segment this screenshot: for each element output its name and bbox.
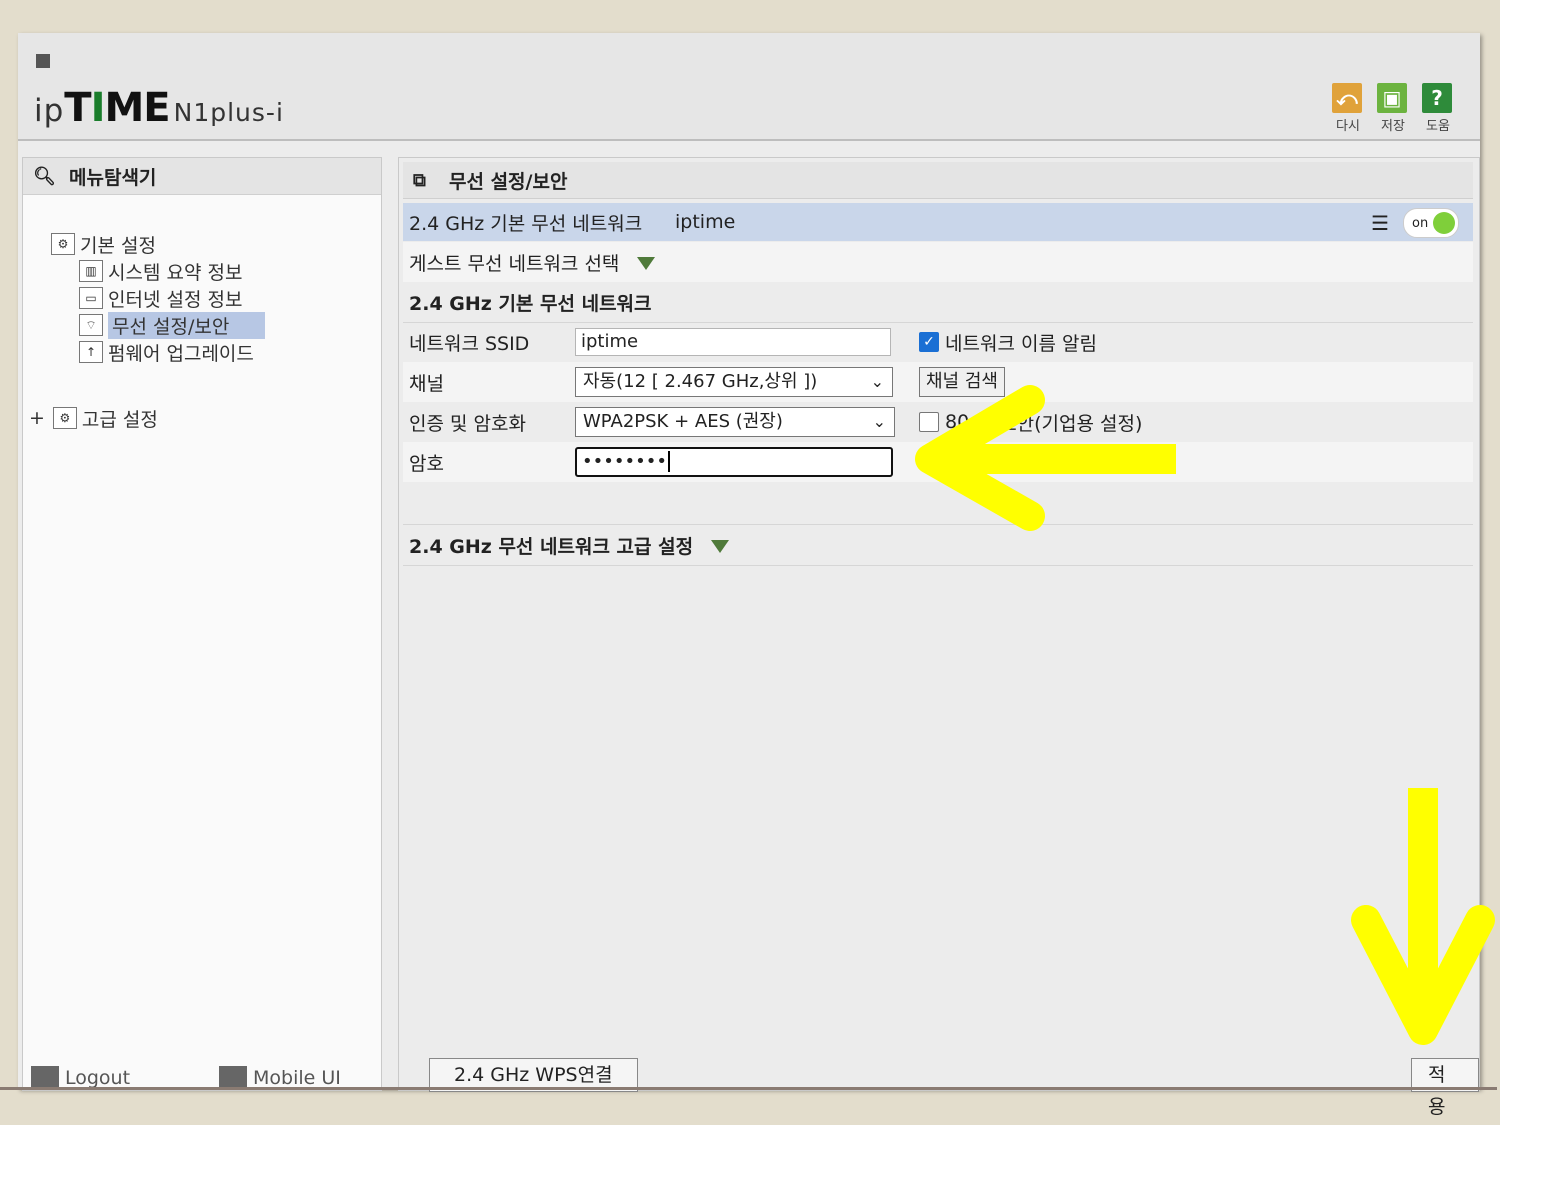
toggle-label: on xyxy=(1412,215,1429,231)
filter-icon[interactable]: ☰ xyxy=(1371,211,1389,235)
wireless-toggle[interactable]: on xyxy=(1403,208,1459,238)
auth-row: 인증 및 암호화 WPA2PSK + AES (권장) ⌄ 80 보안(기업용 … xyxy=(403,402,1473,442)
password-value: •••••••• xyxy=(582,451,667,472)
mobile-label: Mobile UI xyxy=(253,1067,341,1089)
section-title: 2.4 GHz 기본 무선 네트워크 xyxy=(409,292,652,315)
broadcast-checkbox[interactable]: ✓ 네트워크 이름 알림 xyxy=(919,329,1097,356)
logo-time-t: T xyxy=(64,85,91,131)
expand-triangle-icon xyxy=(711,539,730,553)
password-label: 암호 xyxy=(409,452,444,475)
network-bar-ssid: iptime xyxy=(675,211,736,233)
logo: ip TIME N1plus-i xyxy=(34,85,284,131)
sidebar-item-internet[interactable]: ▭ 인터넷 설정 정보 xyxy=(79,286,243,311)
password-row: 암호 •••••••• xyxy=(403,442,1473,482)
monitor-icon: ▭ xyxy=(79,287,103,309)
expand-plus-icon: + xyxy=(29,407,45,429)
sidebar-item-firmware[interactable]: ↑ 펌웨어 업그레이드 xyxy=(79,340,254,365)
ssid-input[interactable]: iptime xyxy=(575,328,891,356)
menu-explorer-title: 🔍︎ 메뉴탐색기 xyxy=(23,158,381,195)
logo-time-me: ME xyxy=(104,85,170,131)
tree-advanced-label: 고급 설정 xyxy=(81,408,158,431)
wireless-settings-panel: ⧉ 무선 설정/보안 2.4 GHz 기본 무선 네트워크 iptime ☰ o… xyxy=(398,157,1480,1118)
advanced-label: 2.4 GHz 무선 네트워크 고급 설정 xyxy=(409,532,730,559)
router-admin-window: ip TIME N1plus-i ⤺ 다시 ▣ 저장 ? 도움 🔍︎ 메뉴탐색기… xyxy=(18,33,1480,1118)
logo-model: N1plus-i xyxy=(173,98,284,127)
logo-ip: ip xyxy=(34,93,65,129)
window-copy-icon: ⧉ xyxy=(413,170,426,191)
password-input[interactable]: •••••••• xyxy=(575,447,893,477)
checkmark-icon: ✓ xyxy=(919,332,939,352)
chevron-down-icon: ⌄ xyxy=(870,372,884,391)
channel-search-button[interactable]: 채널 검색 xyxy=(919,367,1005,397)
sidebar-item-wireless[interactable]: ⌔ 무선 설정/보안 xyxy=(79,311,266,339)
text-caret xyxy=(667,451,670,472)
save-label: 저장 xyxy=(1381,119,1405,134)
toggle-knob xyxy=(1433,212,1455,234)
refresh-button[interactable]: ⤺ 다시 xyxy=(1330,83,1364,134)
panel-title: ⧉ 무선 설정/보안 xyxy=(403,162,1473,199)
enterprise-checkbox[interactable]: 80 보안(기업용 설정) xyxy=(919,409,1142,436)
tree-advanced-settings[interactable]: + ⚙ 고급 설정 xyxy=(29,406,158,431)
auth-value: WPA2PSK + AES (권장) xyxy=(583,411,783,432)
tree-basic-settings[interactable]: ⚙ 기본 설정 xyxy=(51,232,156,257)
network-selector-bar[interactable]: 2.4 GHz 기본 무선 네트워크 iptime ☰ on xyxy=(403,203,1473,241)
sidebar-item-label: 인터넷 설정 정보 xyxy=(108,288,243,311)
tree-basic-label: 기본 설정 xyxy=(80,234,156,257)
refresh-label: 다시 xyxy=(1336,119,1360,134)
help-button[interactable]: ? 도움 xyxy=(1420,83,1454,134)
refresh-icon: ⤺ xyxy=(1332,83,1362,113)
advanced-settings-toggle[interactable]: 2.4 GHz 무선 네트워크 고급 설정 xyxy=(403,524,1473,566)
auth-label: 인증 및 암호화 xyxy=(409,412,526,435)
expand-triangle-icon xyxy=(637,256,656,270)
channel-row: 채널 자동(12 [ 2.467 GHz,상위 ]) ⌄ 채널 검색 xyxy=(403,362,1473,402)
window-icon xyxy=(36,54,50,68)
folder-gear-icon: ⚙ xyxy=(51,233,75,255)
channel-label: 채널 xyxy=(409,372,444,395)
logo-time: TIME xyxy=(64,85,170,131)
enterprise-label-a: 80 xyxy=(945,411,970,433)
auth-select[interactable]: WPA2PSK + AES (권장) ⌄ xyxy=(575,407,895,437)
sidebar-item-label: 펌웨어 업그레이드 xyxy=(108,342,254,365)
chevron-down-icon: ⌄ xyxy=(872,412,886,431)
wifi-icon: ⌔ xyxy=(79,314,103,336)
folder-gear-icon: ⚙ xyxy=(52,407,77,429)
network-bar-label: 2.4 GHz 기본 무선 네트워크 xyxy=(409,212,643,235)
ssid-label: 네트워크 SSID xyxy=(409,332,530,355)
broadcast-label: 네트워크 이름 알림 xyxy=(945,332,1097,355)
checkbox-empty-icon xyxy=(919,412,939,432)
sidebar-item-system-summary[interactable]: ▥ 시스템 요약 정보 xyxy=(79,259,243,284)
panel-title-label: 무선 설정/보안 xyxy=(449,170,568,193)
chart-icon: ▥ xyxy=(79,260,103,282)
menu-explorer-label: 메뉴탐색기 xyxy=(69,166,157,189)
logo-time-i: I xyxy=(90,85,106,131)
search-icon: 🔍︎ xyxy=(33,166,56,187)
logout-label: Logout xyxy=(65,1067,131,1089)
help-label: 도움 xyxy=(1426,119,1450,134)
sidebar-item-label: 시스템 요약 정보 xyxy=(108,261,243,284)
channel-value: 자동(12 [ 2.467 GHz,상위 ]) xyxy=(583,371,818,392)
help-icon: ? xyxy=(1422,83,1452,113)
header: ip TIME N1plus-i ⤺ 다시 ▣ 저장 ? 도움 xyxy=(18,33,1480,141)
save-icon: ▣ xyxy=(1377,83,1407,113)
guest-label: 게스트 무선 네트워크 선택 xyxy=(409,249,656,276)
sidebar-item-label: 무선 설정/보안 xyxy=(108,311,266,339)
upgrade-icon: ↑ xyxy=(79,341,103,363)
guest-network-selector[interactable]: 게스트 무선 네트워크 선택 xyxy=(403,242,1473,283)
section-header: 2.4 GHz 기본 무선 네트워크 xyxy=(403,282,1473,323)
save-button[interactable]: ▣ 저장 xyxy=(1375,83,1409,134)
taskbar-edge xyxy=(0,1087,1497,1090)
ssid-row: 네트워크 SSID iptime ✓ 네트워크 이름 알림 xyxy=(403,322,1473,362)
enterprise-label-b: 보안(기업용 설정) xyxy=(999,412,1143,435)
channel-select[interactable]: 자동(12 [ 2.467 GHz,상위 ]) ⌄ xyxy=(575,367,893,397)
menu-explorer: 🔍︎ 메뉴탐색기 ⚙ 기본 설정 ▥ 시스템 요약 정보 ▭ 인터넷 설정 정보… xyxy=(22,157,382,1091)
